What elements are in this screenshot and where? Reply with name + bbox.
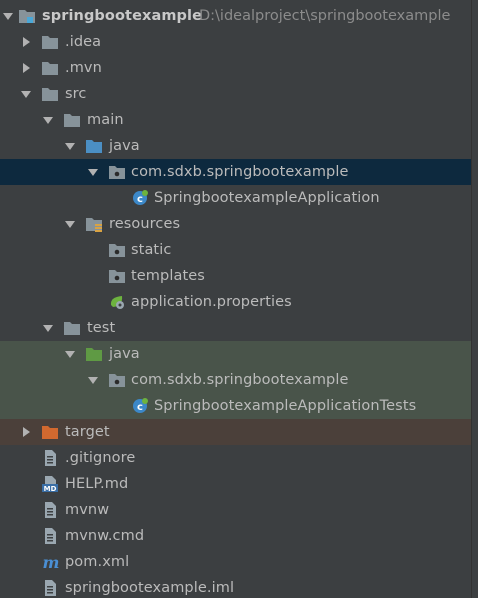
tree-label: .gitignore [65,450,136,466]
chevron-right-icon[interactable] [20,426,32,438]
package-icon [108,164,126,180]
tree-row-resources[interactable]: resources [0,211,472,237]
tree-row-java-test[interactable]: java [0,341,472,367]
tree-label: mvnw.cmd [65,528,145,544]
chevron-right-icon[interactable] [20,36,32,48]
svg-text:m: m [43,553,59,571]
root-project-path: D:\idealproject\springbootexample [199,8,451,24]
tree-label: application.properties [131,294,292,310]
tree-row-package-main[interactable]: com.sdxb.springbootexample [0,159,472,185]
tree-row-templates[interactable]: templates [0,263,472,289]
tree-label: main [87,112,124,128]
tree-row-package-test[interactable]: com.sdxb.springbootexample [0,367,472,393]
svg-text:MD: MD [44,485,57,493]
tree-label: com.sdxb.springbootexample [131,372,349,388]
tree-label: static [131,242,172,258]
tree-label: templates [131,268,205,284]
tree-label: com.sdxb.springbootexample [131,164,349,180]
tree-row-application-properties[interactable]: application.properties [0,289,472,315]
chevron-down-icon[interactable] [87,166,99,178]
tree-label: java [109,346,140,362]
folder-icon [41,86,59,102]
chevron-down-icon[interactable] [42,322,54,334]
tree-row-help-md[interactable]: MD HELP.md [0,471,472,497]
tree-label: test [87,320,116,336]
tree-row-root[interactable]: springbootexample D:\idealproject\spring… [0,3,472,29]
tree-label: src [65,86,87,102]
source-root-folder-icon [85,138,103,154]
tree-row-application-class[interactable]: c SpringbootexampleApplication [0,185,472,211]
excluded-folder-icon [41,424,59,440]
tree-row-test[interactable]: test [0,315,472,341]
markdown-file-icon: MD [41,476,59,493]
tree-label: HELP.md [65,476,129,492]
tree-label: SpringbootexampleApplication [154,190,380,206]
iml-file-icon [41,580,59,596]
folder-icon [41,60,59,76]
tree-label: java [109,138,140,154]
package-icon [108,372,126,388]
tree-row-main[interactable]: main [0,107,472,133]
svg-text:c: c [137,402,143,413]
tree-row-gitignore[interactable]: .gitignore [0,445,472,471]
tree-row-idea[interactable]: .idea [0,29,472,55]
tree-label: resources [109,216,181,232]
chevron-down-icon[interactable] [2,10,14,22]
chevron-down-icon[interactable] [20,88,32,100]
chevron-down-icon[interactable] [64,140,76,152]
folder-icon [63,112,81,128]
tree-row-mvnw-cmd[interactable]: mvnw.cmd [0,523,472,549]
tree-row-mvnw[interactable]: mvnw [0,497,472,523]
chevron-right-icon[interactable] [20,62,32,74]
package-icon [108,268,126,284]
tree-label: pom.xml [65,554,130,570]
tree-row-target[interactable]: target [0,419,472,445]
vertical-scrollbar[interactable] [471,0,478,598]
project-tree: springbootexample D:\idealproject\spring… [0,0,478,598]
maven-icon: m [41,553,59,571]
tree-row-src[interactable]: src [0,81,472,107]
tree-label: springbootexample.iml [65,580,235,596]
svg-text:c: c [137,194,143,205]
tree-row-iml[interactable]: springbootexample.iml [0,575,472,598]
spring-properties-icon [108,294,126,310]
tree-label: target [65,424,110,440]
spring-boot-class-icon: c [131,398,149,414]
text-file-icon [41,450,59,466]
tree-row-java-main[interactable]: java [0,133,472,159]
package-icon [108,242,126,258]
chevron-down-icon[interactable] [42,114,54,126]
test-root-folder-icon [85,346,103,362]
module-folder-icon [18,8,36,24]
folder-icon [63,320,81,336]
spring-boot-class-icon: c [131,190,149,206]
chevron-down-icon[interactable] [64,348,76,360]
tree-label: .mvn [65,60,102,76]
text-file-icon [41,502,59,518]
resources-folder-icon [85,216,103,232]
tree-label: mvnw [65,502,110,518]
tree-row-mvn[interactable]: .mvn [0,55,472,81]
tree-row-application-tests-class[interactable]: c SpringbootexampleApplicationTests [0,393,472,419]
text-file-icon [41,528,59,544]
chevron-down-icon[interactable] [87,374,99,386]
root-project-name: springbootexample [42,8,203,24]
tree-label: .idea [65,34,102,50]
tree-row-static[interactable]: static [0,237,472,263]
tree-row-pom-xml[interactable]: m pom.xml [0,549,472,575]
folder-icon [41,34,59,50]
tree-label: SpringbootexampleApplicationTests [154,398,417,414]
chevron-down-icon[interactable] [64,218,76,230]
